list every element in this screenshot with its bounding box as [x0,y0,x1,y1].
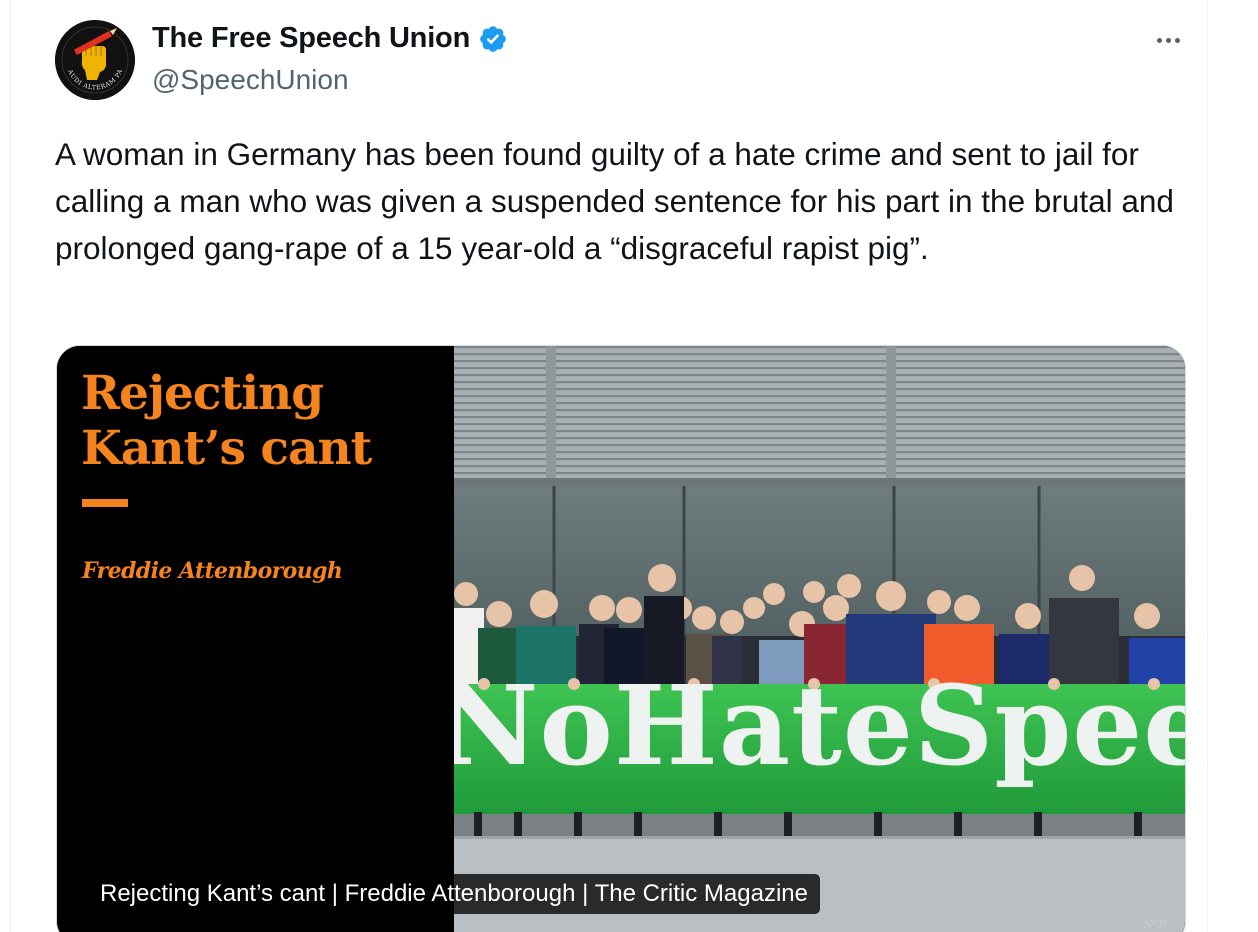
article-title: Rejecting Kant’s cant [81,366,441,476]
group-photo-image [454,346,1185,932]
avatar[interactable]: AUDI ALTERAM PARTEM [55,20,135,100]
card-photo: NoHateSpee S*B [454,346,1186,932]
tweet-text: A woman in Germany has been found guilty… [55,136,1174,266]
card-title-panel: Rejecting Kant’s cant Freddie Attenborou… [57,346,454,932]
article-author: Freddie Attenborough [82,558,343,584]
author-name-row: The Free Speech Union [152,22,508,55]
dot [1156,37,1162,43]
more-options-icon[interactable] [1151,26,1185,54]
dot [1165,37,1171,43]
verified-badge-icon[interactable] [478,24,508,54]
photo-credit: S*B [1143,918,1167,932]
article-title-line: Rejecting [81,366,324,421]
author-handle[interactable]: @SpeechUnion [152,64,349,96]
article-title-line: Kant’s cant [81,421,372,476]
banner-slogan: NoHateSpee [454,661,1186,790]
dot [1174,37,1180,43]
link-preview-card[interactable]: Rejecting Kant’s cant Freddie Attenborou… [56,345,1186,932]
display-name[interactable]: The Free Speech Union [152,22,470,55]
title-divider [82,499,128,507]
raised-fist-pencil-icon: AUDI ALTERAM PARTEM [55,20,135,100]
card-link-caption[interactable]: Rejecting Kant’s cant | Freddie Attenbor… [88,874,820,914]
tweet-container: AUDI ALTERAM PARTEM The Free Speech Unio… [10,0,1208,932]
